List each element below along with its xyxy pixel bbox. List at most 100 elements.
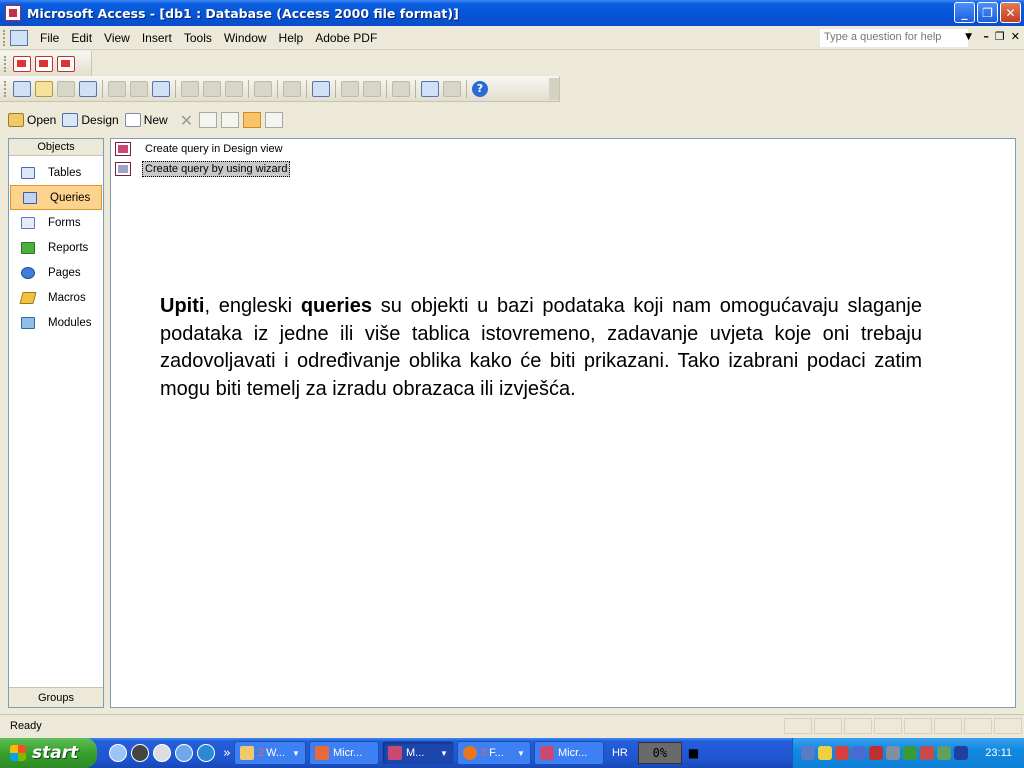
small-icons-view-icon[interactable]: [221, 112, 240, 128]
object-macros[interactable]: Macros: [9, 285, 103, 310]
settings-icon[interactable]: [886, 746, 900, 760]
mdi-close-button[interactable]: ✕: [1011, 30, 1020, 43]
help-dropdown-arrow-icon[interactable]: ▼: [965, 32, 972, 42]
browser-icon[interactable]: [175, 744, 193, 762]
spelling-icon[interactable]: [152, 80, 170, 97]
office-links-icon[interactable]: [283, 80, 301, 97]
file-search-icon[interactable]: [79, 80, 97, 97]
new-object-icon: [124, 113, 141, 127]
document-icon[interactable]: [153, 744, 171, 762]
help-search-input[interactable]: Type a question for help: [820, 29, 968, 47]
convert-to-pdf-icon[interactable]: [13, 55, 31, 72]
clock[interactable]: 23:11: [985, 747, 1012, 759]
media-player-icon[interactable]: [131, 744, 149, 762]
network-icon[interactable]: [801, 746, 815, 760]
alert-icon[interactable]: [920, 746, 934, 760]
copy-icon[interactable]: [203, 80, 221, 97]
access-app-icon[interactable]: [5, 5, 21, 21]
object-tables[interactable]: Tables: [9, 160, 103, 185]
script-icon[interactable]: [363, 80, 381, 97]
print-preview-icon[interactable]: [130, 80, 148, 97]
object-forms[interactable]: Forms: [9, 210, 103, 235]
open-button[interactable]: Open: [8, 113, 56, 127]
large-icons-view-icon[interactable]: [199, 112, 218, 128]
toolbar-grip[interactable]: [4, 55, 7, 72]
internet-explorer-icon[interactable]: [109, 744, 127, 762]
power-plug-icon[interactable]: ■: [688, 746, 699, 760]
close-button[interactable]: ✕: [1000, 2, 1021, 23]
messenger-icon[interactable]: [197, 744, 215, 762]
help-icon[interactable]: ?: [472, 80, 488, 97]
menu-view[interactable]: View: [98, 31, 136, 45]
menu-help[interactable]: Help: [273, 31, 310, 45]
objects-header[interactable]: Objects: [9, 139, 103, 156]
menu-window[interactable]: Window: [218, 31, 273, 45]
taskbar-button-access-2[interactable]: Micr...: [533, 741, 604, 765]
relationships-icon[interactable]: [421, 80, 439, 97]
security-shield-icon[interactable]: [818, 746, 832, 760]
objects-pane: Objects Tables Queries Forms Reports Pag…: [8, 138, 104, 708]
menubar-grip[interactable]: [3, 29, 7, 46]
toolbar-grip[interactable]: [4, 80, 7, 97]
new-file-icon[interactable]: [13, 80, 31, 97]
separator: [102, 79, 103, 98]
open-folder-icon[interactable]: [35, 80, 53, 97]
paste-icon[interactable]: [225, 80, 243, 97]
properties-icon[interactable]: [392, 80, 410, 97]
start-button[interactable]: start: [0, 738, 97, 768]
undo-icon[interactable]: [254, 80, 272, 97]
page-icon: [21, 266, 35, 279]
mdi-restore-button[interactable]: ❐: [995, 30, 1005, 43]
list-item[interactable]: Create query by using wizard: [115, 160, 291, 178]
menu-file[interactable]: File: [34, 31, 65, 45]
taskbar-button-explorer[interactable]: 2 W... ▼: [233, 741, 306, 765]
taskbar-button-access[interactable]: M... ▼: [381, 741, 454, 765]
new-object-icon[interactable]: [443, 80, 461, 97]
update-icon[interactable]: [903, 746, 917, 760]
menu-adobe-pdf[interactable]: Adobe PDF: [309, 31, 383, 45]
object-queries[interactable]: Queries: [10, 185, 102, 210]
print-icon[interactable]: [108, 80, 126, 97]
convert-and-review-pdf-icon[interactable]: [57, 55, 75, 72]
list-item[interactable]: Create query in Design view: [115, 140, 283, 158]
analyze-icon[interactable]: [312, 80, 330, 97]
explanation-text: Upiti, engleski queries su objekti u baz…: [160, 293, 922, 403]
menu-tools[interactable]: Tools: [178, 31, 218, 45]
powerpoint-icon: [314, 746, 329, 760]
design-button[interactable]: Design: [62, 113, 119, 127]
mdi-minimize-button[interactable]: –: [983, 30, 989, 43]
status-cell: [904, 718, 932, 734]
cut-icon[interactable]: [181, 80, 199, 97]
network-connection-icon[interactable]: [852, 746, 866, 760]
menu-edit[interactable]: Edit: [65, 31, 98, 45]
cpu-meter[interactable]: 0%: [637, 742, 682, 764]
toolbar-options-icon[interactable]: [549, 77, 559, 100]
object-modules[interactable]: Modules: [9, 310, 103, 335]
wizard-query-icon: [115, 162, 131, 176]
monitor-icon[interactable]: [954, 746, 968, 760]
sync-icon[interactable]: [937, 746, 951, 760]
design-query-icon: [115, 142, 131, 156]
database-doc-icon[interactable]: [10, 29, 28, 46]
delete-icon[interactable]: ✕: [180, 111, 193, 130]
queries-list-pane: Create query in Design view Create query…: [110, 138, 1016, 708]
minimize-button[interactable]: _: [954, 2, 975, 23]
antivirus-icon[interactable]: [835, 746, 849, 760]
new-button[interactable]: New: [124, 113, 168, 127]
convert-and-email-pdf-icon[interactable]: [35, 55, 53, 72]
taskbar-button-powerpoint[interactable]: Micr...: [308, 741, 379, 765]
language-indicator[interactable]: HR: [612, 747, 628, 759]
save-icon[interactable]: [57, 80, 75, 97]
quick-launch-more-icon[interactable]: »: [223, 746, 231, 761]
menu-insert[interactable]: Insert: [136, 31, 178, 45]
details-view-icon[interactable]: [265, 112, 284, 128]
code-icon[interactable]: [341, 80, 359, 97]
groups-header[interactable]: Groups: [9, 687, 103, 707]
list-view-icon[interactable]: [243, 112, 262, 128]
object-reports[interactable]: Reports: [9, 235, 103, 260]
taskbar-button-firefox[interactable]: 3 F... ▼: [456, 741, 531, 765]
firewall-icon[interactable]: [869, 746, 883, 760]
restore-button[interactable]: ❐: [977, 2, 998, 23]
object-pages[interactable]: Pages: [9, 260, 103, 285]
design-icon: [62, 113, 79, 127]
